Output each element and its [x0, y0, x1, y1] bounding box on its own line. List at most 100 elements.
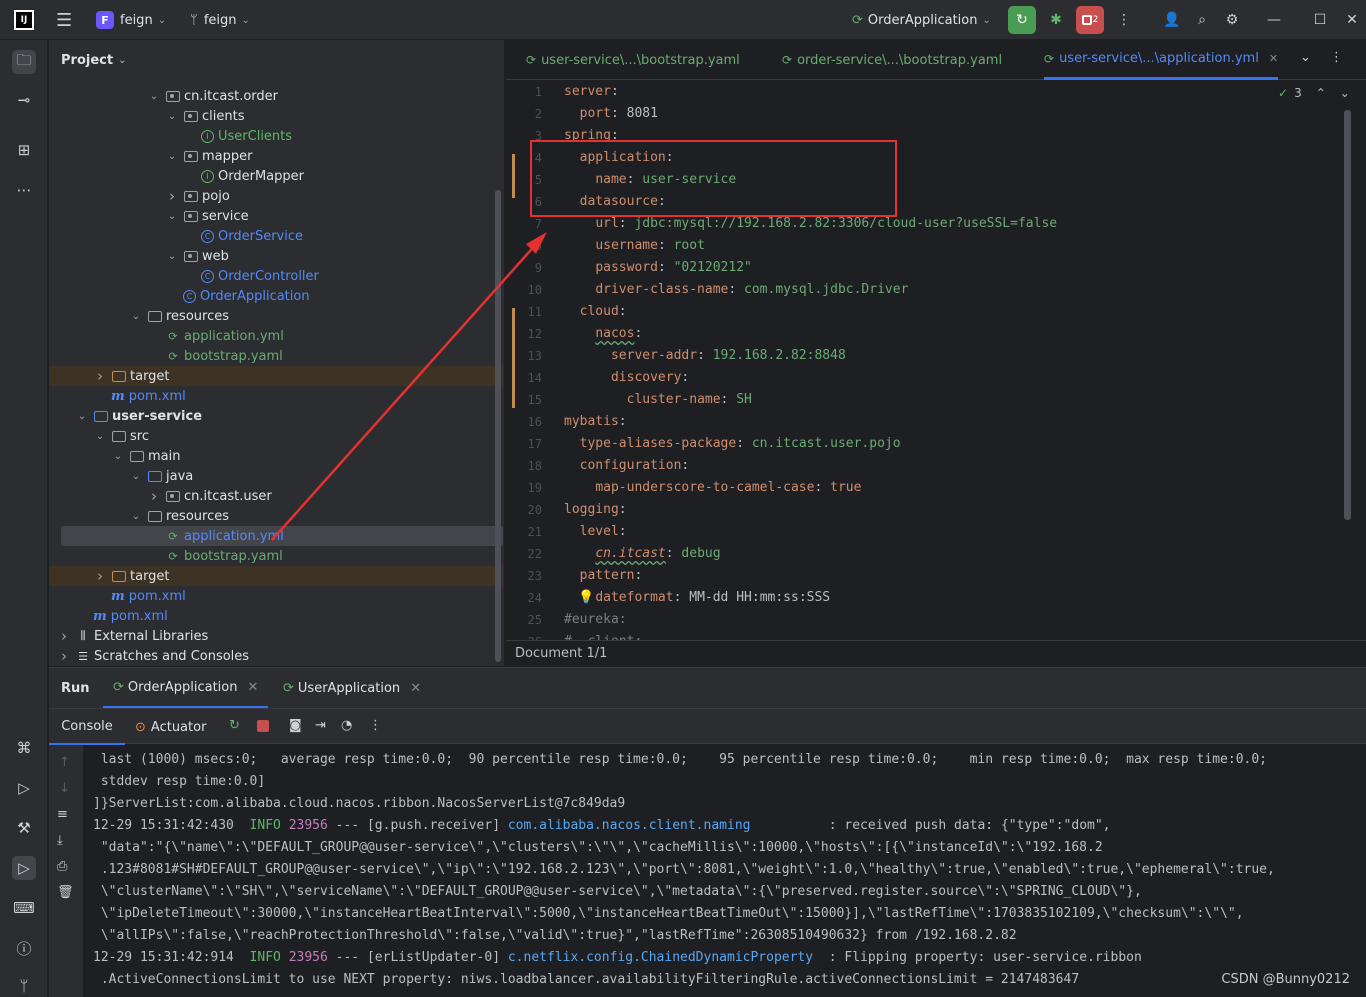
tree-item[interactable]: ⌄ user-service — [49, 406, 503, 426]
project-selector[interactable]: F feign ⌄ — [96, 0, 166, 40]
settings-gear-icon[interactable]: ⚙ — [1218, 6, 1246, 34]
console-tab[interactable]: Console — [49, 709, 125, 745]
inspection-widget[interactable]: ✓ 3 ⌃ ⌄ — [1278, 86, 1350, 100]
tree-item[interactable]: ⟳ application.yml — [61, 526, 503, 546]
chevron-down-icon[interactable]: ⌄ — [165, 251, 179, 262]
close-icon[interactable]: ✕ — [248, 680, 259, 695]
code-line[interactable]: cluster-name: SH — [564, 389, 752, 411]
tree-item[interactable]: ⌄ clients — [49, 106, 503, 126]
chevron-right-icon[interactable]: › — [57, 647, 71, 665]
tree-item[interactable]: C OrderApplication — [49, 286, 503, 306]
code-line[interactable]: port: 8081 — [564, 103, 658, 125]
code-line[interactable]: nacos: — [564, 323, 642, 345]
tree-item[interactable]: ⌄ src — [49, 426, 503, 446]
project-panel-header[interactable]: Project ⌄ — [49, 40, 504, 80]
tree-scrollbar[interactable] — [495, 190, 501, 662]
chevron-down-icon[interactable]: ⌄ — [165, 111, 179, 122]
dashboard-icon[interactable]: ◔ — [341, 718, 352, 733]
problems-icon[interactable]: ⓘ — [12, 936, 36, 960]
code-line[interactable]: logging: — [564, 499, 627, 521]
git-icon[interactable]: ᛘ — [12, 974, 36, 997]
code-line[interactable]: dateformat: MM-dd HH:mm:ss:SSS — [564, 587, 830, 609]
camera-icon[interactable]: ◙ — [289, 718, 302, 733]
code-line[interactable]: server-addr: 192.168.2.82:8848 — [564, 345, 846, 367]
more-actions-icon[interactable]: ⋮ — [1330, 50, 1343, 65]
chevron-right-icon[interactable]: › — [93, 367, 107, 385]
chevron-down-icon[interactable]: ⌄ — [75, 411, 89, 422]
tree-item[interactable]: m pom.xml — [49, 606, 503, 626]
tree-item[interactable]: ⟳ bootstrap.yaml — [49, 346, 503, 366]
tree-item[interactable]: ⌄ main — [49, 446, 503, 466]
add-user-icon[interactable]: 👤 — [1158, 6, 1186, 34]
run-tab-user[interactable]: ⟳ UserApplication ✕ — [273, 668, 431, 708]
tree-item[interactable]: ⌄ resources — [49, 306, 503, 326]
arrow-up-icon[interactable]: ↑ — [59, 755, 70, 770]
run-tab-order[interactable]: ⟳ OrderApplication ✕ — [103, 668, 269, 708]
tree-item[interactable]: › ⫼ External Libraries — [49, 626, 503, 646]
tree-item[interactable]: C OrderService — [49, 226, 503, 246]
chevron-down-icon[interactable]: ⌄ — [129, 511, 143, 522]
code-line[interactable]: username: root — [564, 235, 705, 257]
chevron-up-icon[interactable]: ⌃ — [1316, 86, 1326, 100]
code-line[interactable]: driver-class-name: com.mysql.jdbc.Driver — [564, 279, 908, 301]
ide-logo[interactable]: IJ — [14, 0, 34, 40]
print-icon[interactable]: ⎙ — [57, 859, 67, 874]
chevron-down-icon[interactable]: ⌄ — [111, 451, 125, 462]
code-line[interactable]: password: "02120212" — [564, 257, 752, 279]
trash-icon[interactable]: 🗑 — [57, 885, 74, 900]
chevron-right-icon[interactable]: › — [147, 487, 161, 505]
tree-item[interactable]: ⌄ mapper — [49, 146, 503, 166]
editor-tab[interactable]: ⟳ user-service\...\bootstrap.yaml — [526, 40, 740, 80]
editor-scrollbar[interactable] — [1344, 110, 1351, 520]
editor-tab[interactable]: ⟳ order-service\...\bootstrap.yaml — [782, 40, 1002, 80]
more-tools-icon[interactable]: ⋯ — [12, 178, 36, 202]
stop-button[interactable]: 2 — [1076, 6, 1104, 34]
tree-item[interactable]: › target — [49, 366, 503, 386]
branch-selector[interactable]: ᛘ feign ⌄ — [190, 0, 250, 40]
tree-item[interactable]: ⟳ application.yml — [49, 326, 503, 346]
close-icon[interactable]: ✕ — [1269, 52, 1278, 65]
tree-item[interactable]: C OrderController — [49, 266, 503, 286]
minimize-icon[interactable]: — — [1260, 6, 1288, 34]
project-folder-icon[interactable]: 🗀 — [12, 50, 36, 74]
tree-item[interactable]: I OrderMapper — [49, 166, 503, 186]
tree-item[interactable]: m pom.xml — [49, 386, 503, 406]
services-icon[interactable]: ⌘ — [12, 736, 36, 760]
tree-item[interactable]: ⌄ java — [49, 466, 503, 486]
chevron-down-icon[interactable]: ⌄ — [129, 471, 143, 482]
close-icon[interactable]: ✕ — [1338, 6, 1366, 34]
code-line[interactable]: #eureka: — [564, 609, 627, 631]
actuator-tab[interactable]: ⊙ Actuator — [135, 709, 206, 745]
tree-item[interactable]: ⌄ cn.itcast.order — [49, 86, 503, 106]
code-line[interactable]: cloud: — [564, 301, 627, 323]
run-dashboard-icon[interactable]: ▷ — [12, 776, 36, 800]
editor-tab[interactable]: ⟳ user-service\...\application.yml ✕ — [1044, 40, 1279, 80]
scroll-to-end-icon[interactable]: ⤓ — [57, 833, 63, 848]
stop-icon[interactable] — [257, 720, 269, 732]
code-line[interactable]: discovery: — [564, 367, 689, 389]
rerun-icon[interactable]: ↻ — [229, 718, 240, 733]
code-line[interactable]: mybatis: — [564, 411, 627, 433]
code-line[interactable]: map-underscore-to-camel-case: true — [564, 477, 861, 499]
code-line[interactable]: level: — [564, 521, 627, 543]
debug-icon[interactable]: ✱ — [1042, 6, 1070, 34]
soft-wrap-icon[interactable]: ≡ — [57, 807, 68, 822]
tree-item[interactable]: I UserClients — [49, 126, 503, 146]
more-actions-icon[interactable]: ⋮ — [369, 718, 382, 733]
main-menu-icon[interactable]: ☰ — [56, 0, 72, 40]
terminal-icon[interactable]: ⌨ — [12, 896, 36, 920]
code-line[interactable]: pattern: — [564, 565, 643, 587]
maximize-icon[interactable]: ☐ — [1306, 6, 1334, 34]
chevron-down-icon[interactable]: ⌄ — [165, 151, 179, 162]
tree-item[interactable]: ⟳ bootstrap.yaml — [49, 546, 503, 566]
code-line[interactable]: server: — [564, 81, 619, 103]
build-hammer-icon[interactable]: ⚒ — [12, 816, 36, 840]
arrow-down-icon[interactable]: ↓ — [59, 781, 70, 796]
chevron-right-icon[interactable]: › — [93, 567, 107, 585]
chevron-down-icon[interactable]: ⌄ — [1340, 86, 1350, 100]
rerun-button[interactable]: ↻ — [1008, 6, 1036, 34]
lightbulb-icon[interactable]: 💡 — [578, 590, 594, 605]
chevron-right-icon[interactable]: › — [57, 627, 71, 645]
chevron-right-icon[interactable]: › — [165, 187, 179, 205]
tree-item[interactable]: › cn.itcast.user — [49, 486, 503, 506]
